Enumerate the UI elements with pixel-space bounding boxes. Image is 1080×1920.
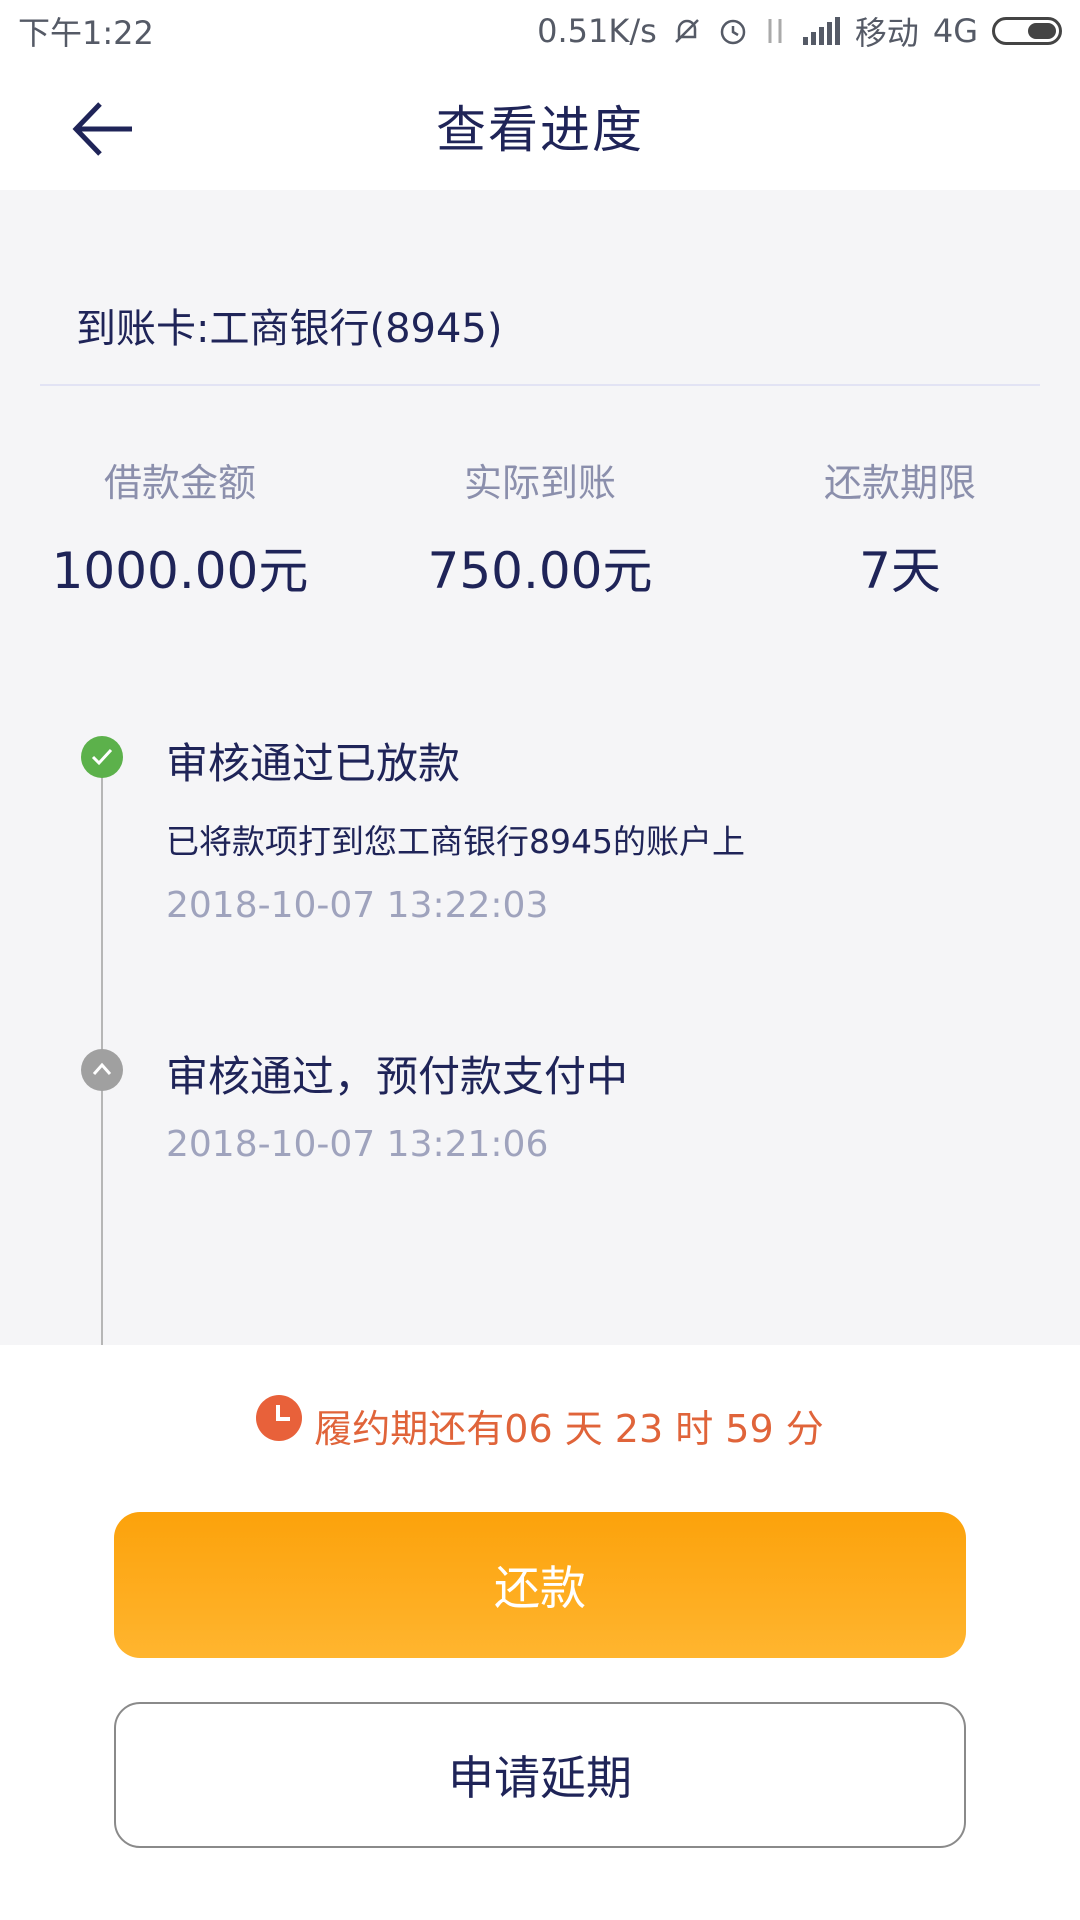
title-bar: 查看进度 [0,62,1080,190]
loan-stats: 借款金额 1000.00元 实际到账 750.00元 还款期限 7天 [0,452,1080,603]
stat-actual-received: 实际到账 750.00元 [360,452,720,603]
status-bar: 下午1:22 0.51K/s 移动 4G [0,0,1080,62]
stat-value: 7天 [859,542,941,600]
stat-value: 1000.00元 [51,542,309,600]
timeline-step-title: 审核通过，预付款支付中 [166,1052,629,1101]
stat-label: 还款期限 [823,461,976,505]
timeline-step-time: 2018-10-07 13:21:06 [166,1124,549,1165]
carrier-label: 移动 [854,14,919,52]
stat-label: 实际到账 [463,461,616,505]
apply-extension-button[interactable]: 申请延期 [114,1702,966,1848]
back-button[interactable] [70,94,160,164]
receiving-card: 到账卡:工商银行(8945) [76,306,503,352]
stat-loan-amount: 借款金额 1000.00元 [0,452,360,603]
timeline-step-description: 已将款项打到您工商银行8945的账户上 [166,822,745,861]
timeline-step-title: 审核通过已放款 [166,739,461,788]
countdown-text: 履约期还有06 天 23 时 59 分 [314,1407,824,1451]
chevron-up-icon [81,1049,123,1091]
alarm-icon [717,15,749,47]
stat-repay-term: 还款期限 7天 [720,452,1080,603]
stat-value: 750.00元 [427,542,653,600]
signal-icon [801,15,841,47]
repay-button[interactable]: 还款 [114,1512,966,1658]
divider [40,384,1040,386]
page-title: 查看进度 [436,101,644,159]
status-time: 下午1:22 [18,14,154,52]
network-type: 4G [932,12,978,50]
clock-icon [256,1394,303,1441]
back-arrow-icon [72,102,132,156]
network-speed: 0.51K/s [537,12,657,50]
status-right: 0.51K/s 移动 4G [537,8,1062,54]
performance-countdown: 履约期还有06 天 23 时 59 分 [0,1394,1080,1453]
mute-icon [671,15,703,47]
data-arrows-icon [763,15,787,47]
stat-label: 借款金额 [103,461,256,505]
screen: 下午1:22 0.51K/s 移动 4G 查看进度 到账卡:工商银行(8945)… [0,0,1080,1920]
content-area [0,190,1080,1345]
check-icon [81,736,123,778]
timeline-step-time: 2018-10-07 13:22:03 [166,885,549,926]
battery-icon [992,17,1062,45]
